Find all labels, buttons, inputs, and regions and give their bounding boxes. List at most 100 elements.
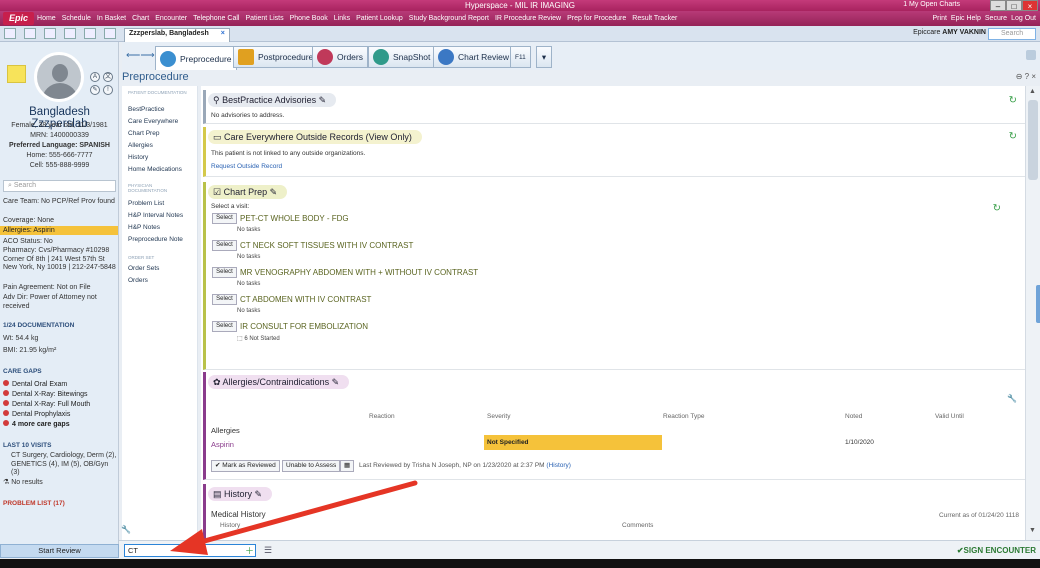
- menu-study-background-report[interactable]: Study Background Report: [409, 15, 489, 22]
- toolbar-button-5[interactable]: [84, 28, 96, 39]
- nav-item-allergies[interactable]: Allergies: [128, 142, 153, 149]
- visit-name[interactable]: CT ABDOMEN WITH IV CONTRAST: [240, 295, 371, 304]
- visit-name[interactable]: MR VENOGRAPHY ABDOMEN WITH + WITHOUT IV …: [240, 268, 478, 277]
- section-header[interactable]: ⚲ BestPractice Advisories ✎: [208, 93, 337, 107]
- wrench-icon[interactable]: 🔧: [121, 525, 131, 534]
- epic-menu-button[interactable]: Epic: [3, 12, 35, 25]
- menu-home[interactable]: Home: [37, 15, 56, 22]
- refresh-icon[interactable]: ↻: [993, 203, 1001, 214]
- sticky-note-icon[interactable]: [7, 65, 26, 83]
- care-gap-item[interactable]: Dental X-Ray: Full Mouth: [3, 400, 90, 409]
- toolbar-button-6[interactable]: [104, 28, 116, 39]
- nav-item-chart-prep[interactable]: Chart Prep: [128, 130, 159, 137]
- close-tab-icon[interactable]: ×: [221, 30, 225, 37]
- maximize-button[interactable]: □: [1006, 0, 1022, 11]
- patient-id-icon[interactable]: A: [90, 72, 100, 82]
- nav-item-bestpractice[interactable]: BestPractice: [128, 106, 165, 113]
- refresh-icon[interactable]: ↻: [1009, 95, 1017, 106]
- toolbar-button-4[interactable]: [64, 28, 76, 39]
- activity-toolbar-icons[interactable]: ⊖ ? ×: [1016, 72, 1036, 81]
- tasks-not-started[interactable]: ⬚ 6 Not Started: [237, 335, 280, 342]
- storyboard-search-input[interactable]: ⌕ Search: [3, 180, 116, 192]
- scroll-up-arrow[interactable]: ▲: [1029, 88, 1036, 95]
- tab-snapshot[interactable]: SnapShot: [368, 46, 436, 68]
- open-charts-indicator[interactable]: 1 My Open Charts: [903, 1, 960, 8]
- menu-chart[interactable]: Chart: [132, 15, 149, 22]
- side-drawer-handle[interactable]: [1036, 285, 1040, 323]
- results-link[interactable]: ⚗ No results: [3, 479, 117, 488]
- section-header[interactable]: ▭ Care Everywhere Outside Records (View …: [208, 130, 422, 144]
- menu-log-out[interactable]: Log Out: [1011, 15, 1036, 22]
- menu-schedule[interactable]: Schedule: [62, 15, 91, 22]
- visit-name[interactable]: PET-CT WHOLE BODY - FDG: [240, 214, 349, 223]
- scrollbar-thumb[interactable]: [1028, 100, 1038, 180]
- nav-item-order-sets[interactable]: Order Sets: [128, 265, 159, 272]
- patient-workspace-tab[interactable]: Zzzperslab, Bangladesh ×: [124, 28, 230, 42]
- sign-encounter-button[interactable]: ✔SIGN ENCOUNTER: [957, 546, 1036, 555]
- menu-encounter[interactable]: Encounter: [155, 15, 187, 22]
- request-outside-record-link[interactable]: Request Outside Record: [211, 163, 282, 170]
- pin-icon[interactable]: [1026, 50, 1036, 60]
- section-header[interactable]: ✿ Allergies/Contraindications ✎: [208, 375, 350, 389]
- care-team[interactable]: Care Team: No PCP/Ref Prov found: [3, 198, 117, 207]
- toolbar-button-2[interactable]: [24, 28, 36, 39]
- care-gap-item[interactable]: Dental X-Ray: Bitewings: [3, 390, 87, 399]
- menu-patient-lookup[interactable]: Patient Lookup: [356, 15, 403, 22]
- select-visit-button[interactable]: Select: [212, 213, 237, 224]
- tab-f11[interactable]: F11: [510, 46, 531, 68]
- calendar-icon[interactable]: ▦: [340, 460, 355, 472]
- problem-list-heading[interactable]: PROBLEM LIST (17): [3, 500, 65, 507]
- select-visit-button[interactable]: Select: [212, 240, 237, 251]
- nav-item-home-medications[interactable]: Home Medications: [128, 166, 182, 173]
- toolbar-button-3[interactable]: [44, 28, 56, 39]
- nav-item-problem-list[interactable]: Problem List: [128, 200, 164, 207]
- allergy-name[interactable]: Aspirin: [211, 440, 234, 449]
- menu-in-basket[interactable]: In Basket: [97, 15, 126, 22]
- mark-as-reviewed-button[interactable]: ✔ Mark as Reviewed: [211, 460, 280, 472]
- menu-prep-for-procedure[interactable]: Prep for Procedure: [567, 15, 626, 22]
- more-care-gaps-link[interactable]: 4 more care gaps: [3, 420, 70, 429]
- fall-risk-icon[interactable]: !: [103, 85, 113, 95]
- menu-phone-book[interactable]: Phone Book: [290, 15, 328, 22]
- visit-name[interactable]: IR CONSULT FOR EMBOLIZATION: [240, 322, 368, 331]
- refresh-icon[interactable]: ↻: [1009, 131, 1017, 142]
- back-forward-arrows[interactable]: ⟵⟶: [126, 50, 155, 61]
- section-header[interactable]: ☑ Chart Prep ✎: [208, 185, 288, 199]
- history-link[interactable]: (History): [546, 462, 571, 469]
- tab-orders[interactable]: Orders: [312, 46, 368, 68]
- menu-print[interactable]: Print: [933, 15, 947, 22]
- tab-chart-review[interactable]: Chart Review: [433, 46, 515, 68]
- menu-links[interactable]: Links: [334, 15, 350, 22]
- wrench-icon[interactable]: 🔧: [1007, 394, 1017, 403]
- visit-name[interactable]: CT NECK SOFT TISSUES WITH IV CONTRAST: [240, 241, 413, 250]
- allergies-banner[interactable]: Allergies: Aspirin: [0, 226, 118, 235]
- nav-item-preprocedure-note[interactable]: Preprocedure Note: [128, 236, 183, 243]
- menu-epic-help[interactable]: Epic Help: [951, 15, 981, 22]
- menu-secure[interactable]: Secure: [985, 15, 1007, 22]
- care-gap-item[interactable]: Dental Prophylaxis: [3, 410, 70, 419]
- toolbar-button-1[interactable]: [4, 28, 16, 39]
- start-review-button[interactable]: Start Review: [0, 544, 119, 558]
- coverage[interactable]: Coverage: None: [3, 217, 117, 226]
- nav-item-care-everywhere[interactable]: Care Everywhere: [128, 118, 178, 125]
- translate-icon[interactable]: 文: [103, 72, 113, 82]
- global-search-input[interactable]: Search: [988, 28, 1036, 40]
- menu-patient-lists[interactable]: Patient Lists: [245, 15, 283, 22]
- menu-result-tracker[interactable]: Result Tracker: [632, 15, 677, 22]
- unable-to-assess-button[interactable]: Unable to Assess: [282, 460, 341, 472]
- close-window-button[interactable]: ×: [1022, 0, 1038, 11]
- care-gap-item[interactable]: Dental Oral Exam: [3, 380, 67, 389]
- select-visit-button[interactable]: Select: [212, 267, 237, 278]
- tab-postprocedure[interactable]: Postprocedure: [233, 46, 319, 68]
- last-visits-list[interactable]: CT Surgery, Cardiology, Derm (2), GENETI…: [3, 452, 117, 478]
- scroll-down-arrow[interactable]: ▼: [1029, 527, 1036, 534]
- nav-item-hp-notes[interactable]: H&P Notes: [128, 224, 160, 231]
- select-visit-button[interactable]: Select: [212, 294, 237, 305]
- nav-item-history[interactable]: History: [128, 154, 148, 161]
- menu-ir-procedure-review[interactable]: IR Procedure Review: [495, 15, 561, 22]
- nav-item-orders[interactable]: Orders: [128, 277, 148, 284]
- minimize-button[interactable]: –: [990, 0, 1006, 11]
- advance-directive[interactable]: Adv Dir: Power of Attorney not received: [3, 294, 117, 311]
- select-visit-button[interactable]: Select: [212, 321, 237, 332]
- nav-item-hp-interval-notes[interactable]: H&P Interval Notes: [128, 212, 183, 219]
